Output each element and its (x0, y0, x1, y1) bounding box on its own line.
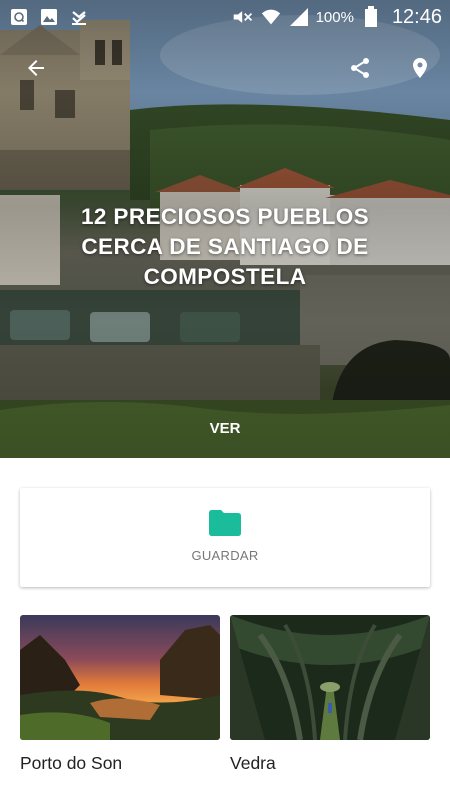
status-bar: 100% 12:46 (0, 0, 450, 34)
chat-bubble-icon (8, 6, 30, 28)
back-button[interactable] (20, 52, 52, 84)
place-name: Vedra (230, 753, 276, 773)
hero-title: 12 PRECIOSOS PUEBLOS CERCA DE SANTIAGO D… (80, 204, 370, 289)
folder-icon (209, 510, 241, 536)
ver-button[interactable]: VER (185, 414, 265, 444)
place-thumbnail (230, 615, 430, 740)
mute-icon (232, 6, 254, 28)
share-icon (351, 58, 369, 78)
location-button[interactable] (404, 52, 436, 84)
place-name: Porto do Son (20, 753, 123, 773)
battery-percent: 100% (315, 8, 354, 26)
check-download-icon (68, 6, 90, 28)
back-arrow-icon (28, 60, 44, 76)
save-card[interactable]: GUARDAR (20, 488, 430, 587)
wifi-icon (260, 6, 282, 28)
image-icon (38, 6, 60, 28)
place-thumbnail (20, 615, 220, 740)
signal-icon (288, 6, 310, 28)
battery-icon (360, 6, 382, 28)
share-button[interactable] (344, 52, 376, 84)
location-pin-icon (413, 58, 427, 78)
save-label: GUARDAR (191, 548, 259, 563)
status-clock: 12:46 (391, 5, 442, 28)
place-card-vedra[interactable]: Vedra (230, 615, 430, 774)
hero-banner[interactable]: 100% 12:46 12 PRECIOSOS PUEBLOS CERCA DE… (0, 0, 450, 458)
place-card-porto-do-son[interactable]: Porto do Son (20, 615, 220, 774)
